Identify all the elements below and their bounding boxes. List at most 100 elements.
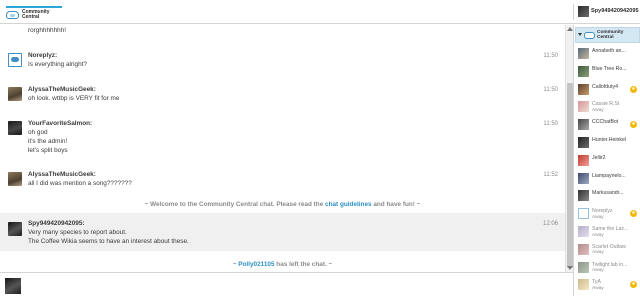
message-line: rorghhhhhhh!	[28, 27, 67, 34]
chat-guidelines-link[interactable]: chat guidelines	[325, 201, 372, 208]
user-status: Away	[592, 268, 604, 274]
message-line: all I did was mention a song???????	[28, 180, 132, 187]
user-avatar	[578, 172, 589, 184]
user-avatar	[578, 101, 589, 113]
user-status: Away	[592, 250, 604, 256]
logo-text: Community Central	[22, 9, 50, 21]
user-name: Callofduty4	[592, 83, 618, 90]
user-avatar	[578, 208, 589, 220]
user-avatar	[578, 261, 589, 273]
user-list-item[interactable]: Jellir2	[574, 153, 640, 170]
room-label: Community Central	[597, 30, 624, 40]
chevron-down-icon[interactable]	[578, 33, 582, 36]
user-name: TyA	[592, 279, 601, 286]
community-central-logo[interactable]: Community Central	[6, 6, 62, 20]
user-list-item[interactable]: Callofduty4 ★	[574, 82, 640, 99]
message-author[interactable]: AlyssaTheMusicGeek:	[28, 171, 96, 178]
welcome-suffix: and have fun! ~	[371, 201, 421, 208]
wikia-logo-icon	[6, 11, 19, 19]
message-author[interactable]: AlyssaTheMusicGeek:	[28, 86, 96, 93]
user-avatar	[578, 190, 589, 202]
user-name: Jellir2	[592, 154, 606, 161]
left-user-link[interactable]: Polly021105	[238, 261, 274, 268]
chat-log: rorghhhhhhh! Noreplyz: Is everything alr…	[0, 25, 565, 272]
message-line: Very many species to report about.	[28, 229, 127, 236]
user-list-item[interactable]: CCChatBot ★	[574, 117, 640, 134]
user-name: Hunter.Heinkel	[592, 137, 627, 143]
moderator-star-icon: ★	[630, 121, 637, 129]
current-user-avatar	[578, 6, 589, 17]
user-list-item[interactable]: Blue Tree Ro...	[574, 64, 640, 81]
user-status: Away	[592, 214, 604, 220]
user-name: Scarlet Outlaw	[592, 243, 626, 250]
message-author[interactable]: Noreplyz:	[28, 52, 57, 59]
own-avatar	[5, 278, 21, 294]
message-input[interactable]	[26, 276, 566, 295]
user-list-item[interactable]: Same the Laz... Away	[574, 224, 640, 241]
user-list-item[interactable]: Scarlet Outlaw Away	[574, 242, 640, 259]
user-avatar	[578, 154, 589, 166]
moderator-star-icon: ★	[630, 210, 637, 218]
message-line: Is everything alright?	[28, 61, 87, 68]
message-author[interactable]: Spy949420942095:	[28, 220, 85, 227]
user-avatar[interactable]	[8, 53, 22, 67]
user-avatar	[578, 279, 589, 291]
user-avatar	[578, 119, 589, 131]
message-time: 11:52	[543, 172, 558, 178]
message-line: oh look. wttbp is VERY fit for me	[28, 95, 120, 102]
chat-scrollbar[interactable]	[565, 25, 573, 272]
user-avatar[interactable]	[8, 121, 22, 135]
chat-header: Community Central Spy949420942095	[0, 0, 640, 24]
user-name: Same the Laz...	[592, 226, 629, 232]
user-status: Away	[592, 285, 604, 291]
message-time: 11:50	[543, 87, 558, 93]
message-time: 11:50	[543, 121, 558, 127]
user-left-notice: ~ Polly021105 has left the chat. ~	[0, 261, 565, 268]
welcome-prefix: ~ Welcome to the Community Central chat.…	[144, 201, 326, 208]
user-name: Twilight lab in...	[592, 261, 628, 268]
current-user[interactable]: Spy949420942095	[573, 4, 640, 20]
left-suffix: has left the chat. ~	[274, 261, 333, 268]
message-line: The Coffee Wikia seems to have an intere…	[28, 238, 189, 245]
user-avatar	[578, 83, 589, 95]
welcome-notice: ~ Welcome to the Community Central chat.…	[0, 201, 565, 208]
message-input-bar	[0, 272, 573, 296]
user-name: Markusandr...	[592, 190, 624, 197]
moderator-star-icon: ★	[630, 281, 637, 289]
message-line: oh god	[28, 129, 48, 136]
user-list-item[interactable]: Twilight lab in... Away	[574, 260, 640, 277]
message-author[interactable]: YourFavoriteSalmon:	[28, 120, 92, 127]
user-list-item[interactable]: Liampaynelo...	[574, 171, 640, 188]
user-avatar[interactable]	[8, 222, 22, 236]
user-name: Cassie R.St	[592, 101, 620, 108]
message-time: 11:50	[543, 53, 558, 59]
user-avatar[interactable]	[8, 172, 22, 186]
user-list-item[interactable]: Cassie R.St Away	[574, 99, 640, 116]
user-avatar	[578, 226, 589, 237]
message-line: it's the admin!	[28, 138, 68, 145]
moderator-star-icon: ★	[630, 85, 637, 93]
wikia-logo-icon	[584, 32, 595, 39]
message-line: let's split boys	[28, 147, 68, 154]
user-status: Away	[592, 232, 604, 238]
user-name: Annabeth an...	[592, 48, 626, 54]
user-name: CCChatBot	[592, 119, 619, 126]
user-list-item[interactable]: Markusandr...	[574, 188, 640, 205]
user-avatar	[578, 48, 589, 59]
user-list-sidebar: Community Central Annabeth an... Blue Tre…	[573, 25, 640, 296]
user-name: Noreplyz	[592, 208, 613, 215]
current-user-name: Spy949420942095	[591, 8, 639, 14]
user-name: Blue Tree Ro...	[592, 65, 627, 72]
user-avatar	[578, 137, 589, 148]
user-avatar	[578, 65, 589, 77]
room-selector[interactable]: Community Central	[575, 27, 640, 43]
user-list-item[interactable]: Annabeth an...	[574, 46, 640, 63]
user-avatar	[578, 243, 589, 255]
user-status: Away	[592, 107, 604, 113]
user-name: Liampaynelo...	[592, 172, 626, 179]
message-time: 12:06	[542, 221, 558, 227]
user-avatar[interactable]	[8, 87, 22, 101]
user-list-item[interactable]: Noreplyz Away ★	[574, 206, 640, 223]
user-list-item[interactable]: Hunter.Heinkel	[574, 135, 640, 152]
user-list-item[interactable]: TyA Away ★	[574, 277, 640, 294]
